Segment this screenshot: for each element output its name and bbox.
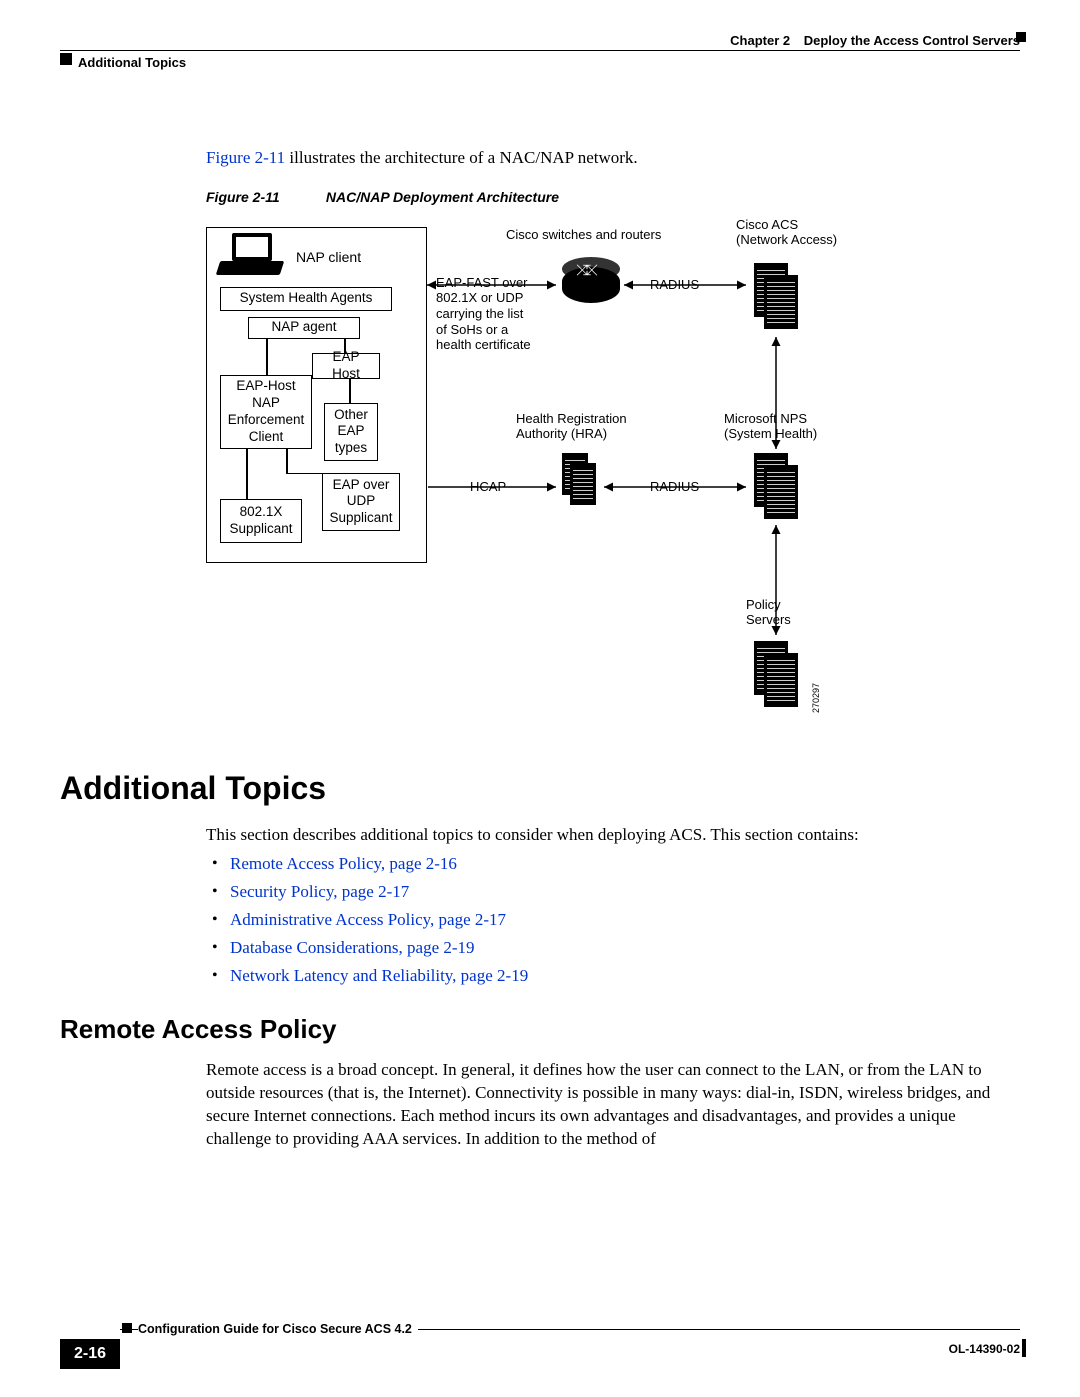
nac-nap-diagram: NAP client System Health Agents NAP agen… [206,227,926,767]
footer-right-marker [1022,1339,1026,1357]
page-header: Chapter 2 Deploy the Access Control Serv… [60,32,1020,72]
section-label: Additional Topics [78,54,186,72]
document-id: OL-14390-02 [949,1341,1020,1357]
network-latency-link[interactable]: Network Latency and Reliability, page 2-… [230,966,528,985]
footer-guide-title: Configuration Guide for Cisco Secure ACS… [138,1321,418,1338]
intro-paragraph: Figure 2-11 illustrates the architecture… [206,147,1020,170]
list-item: Database Considerations, page 2-19 [230,937,1020,960]
additional-topics-intro: This section describes additional topics… [206,824,1020,847]
nap-agent-box: NAP agent [248,317,360,339]
nap-client-label: NAP client [296,249,361,266]
switches-label: Cisco switches and routers [506,227,661,243]
intro-text: illustrates the architecture of a NAC/NA… [285,148,638,167]
hra-server-icon [562,453,596,505]
acs-server-icon [754,263,796,327]
remote-access-paragraph: Remote access is a broad concept. In gen… [206,1059,1020,1151]
header-rule [60,50,1020,51]
figure-title: NAC/NAP Deployment Architecture [326,189,559,205]
eap-host-nap-box: EAP-Host NAP Enforcement Client [220,375,312,449]
router-icon: ⤨⤪ [562,257,620,303]
admin-access-link[interactable]: Administrative Access Policy, page 2-17 [230,910,506,929]
figure-caption: Figure 2-11 NAC/NAP Deployment Architect… [206,188,1020,207]
list-item: Network Latency and Reliability, page 2-… [230,965,1020,988]
system-health-agents-box: System Health Agents [220,287,392,311]
chapter-label: Chapter 2 Deploy the Access Control Serv… [730,32,1020,50]
remote-access-link[interactable]: Remote Access Policy, page 2-16 [230,854,457,873]
eap-over-udp-box: EAP over UDP Supplicant [322,473,400,531]
list-item: Remote Access Policy, page 2-16 [230,853,1020,876]
additional-topics-heading: Additional Topics [60,767,1020,810]
list-item: Administrative Access Policy, page 2-17 [230,909,1020,932]
page-number: 2-16 [60,1339,120,1369]
chapter-title: Deploy the Access Control Servers [804,33,1020,48]
eap-host-box: EAP Host [312,353,380,379]
figure-reference-link[interactable]: Figure 2-11 [206,148,285,167]
topics-bullet-list: Remote Access Policy, page 2-16 Security… [206,853,1020,988]
hra-label: Health Registration Authority (HRA) [516,411,627,442]
dot1x-supplicant-box: 802.1X Supplicant [220,499,302,543]
radius-label-2: RADIUS [650,479,699,495]
remote-access-policy-heading: Remote Access Policy [60,1012,1020,1047]
figure-id: Figure 2-11 [206,188,322,207]
header-left-marker [60,53,72,65]
figure-source-id: 270297 [810,683,822,713]
radius-label-1: RADIUS [650,277,699,293]
laptop-icon [218,233,290,283]
chapter-number: Chapter 2 [730,33,790,48]
page-footer: Configuration Guide for Cisco Secure ACS… [60,1329,1020,1373]
list-item: Security Policy, page 2-17 [230,881,1020,904]
database-link[interactable]: Database Considerations, page 2-19 [230,938,475,957]
hcap-label: HCAP [470,479,506,495]
policy-servers-label: Policy Servers [746,597,791,628]
other-eap-box: Other EAP types [324,403,378,461]
nps-label: Microsoft NPS (System Health) [724,411,817,442]
security-policy-link[interactable]: Security Policy, page 2-17 [230,882,409,901]
footer-left-marker [122,1323,132,1333]
nps-server-icon [754,453,796,517]
policy-server-icon [754,641,796,705]
acs-label: Cisco ACS (Network Access) [736,217,837,248]
eap-fast-label: EAP-FAST over 802.1X or UDP carrying the… [436,275,566,353]
